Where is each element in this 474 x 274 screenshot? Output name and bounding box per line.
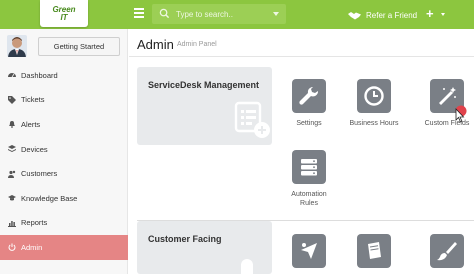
customer-portal-tile[interactable] (279, 234, 339, 268)
book-icon (357, 234, 391, 268)
section-panel-servicedesk: ServiceDesk Management (137, 67, 272, 145)
tile-label-line2: Rules (300, 200, 318, 207)
hamburger-menu-icon[interactable] (134, 8, 144, 20)
knowledge-book-tile[interactable] (344, 234, 404, 268)
sidebar-item-label: Alerts (21, 119, 41, 129)
server-icon (292, 150, 326, 184)
sidebar-item-label: Knowledge Base (21, 193, 78, 203)
sidebar-item-label: Admin (21, 242, 43, 252)
sidebar-item-dashboard[interactable]: Dashboard (0, 63, 128, 88)
power-icon (8, 243, 16, 252)
sidebar-item-label: Customers (21, 169, 58, 179)
section-panel-customer-facing: Customer Facing (137, 221, 272, 274)
sidebar-item-knowledge-base[interactable]: Knowledge Base (0, 186, 128, 211)
add-dropdown-caret-icon[interactable] (441, 13, 445, 16)
section-title: Customer Facing (148, 234, 222, 244)
search-box[interactable] (152, 4, 286, 24)
tile-label: Settings (296, 120, 322, 127)
sidebar-item-devices[interactable]: Devices (0, 137, 128, 162)
tile-label: Business Hours (349, 120, 399, 127)
avatar[interactable] (7, 35, 27, 57)
clock-icon (357, 79, 391, 113)
page-title: Admin (137, 37, 174, 52)
sidebar-item-customers[interactable]: Customers (0, 161, 128, 186)
bell-icon (9, 121, 15, 129)
graduation-cap-icon (8, 195, 16, 201)
sidebar-nav: Dashboard Tickets Alerts Devices Custome… (0, 63, 128, 260)
handshake-icon (348, 11, 361, 19)
sidebar: Getting Started Dashboard Tickets Alerts… (0, 29, 128, 274)
sidebar-item-admin[interactable]: Admin (0, 235, 128, 260)
users-icon (8, 170, 16, 178)
automation-rules-tile[interactable]: Automation Rules (279, 150, 339, 208)
bar-chart-icon (8, 220, 16, 227)
main-content: Admin Admin Panel ServiceDesk Management… (129, 29, 474, 274)
search-dropdown-caret-icon[interactable] (273, 12, 279, 16)
sidebar-item-label: Dashboard (21, 70, 58, 80)
tile-label: Automation Rules (279, 190, 339, 208)
form-list-icon (234, 101, 270, 138)
tag-icon (8, 95, 16, 104)
settings-tile[interactable]: Settings (279, 79, 339, 128)
sidebar-item-label: Devices (21, 144, 48, 154)
tile-label-line1: Automation (291, 191, 327, 198)
refer-a-friend-label: Refer a Friend (366, 10, 418, 20)
header-divider (129, 56, 474, 57)
sidebar-item-alerts[interactable]: Alerts (0, 112, 128, 137)
paint-brush-icon (430, 234, 464, 268)
mouse-cursor-icon (455, 105, 467, 123)
paper-plane-icon (292, 234, 326, 268)
app-logo[interactable]: Green IT (40, 0, 88, 27)
business-hours-tile[interactable]: Business Hours (344, 79, 404, 128)
layers-icon (8, 145, 16, 153)
search-input[interactable] (176, 7, 266, 21)
dashboard-icon (8, 73, 16, 78)
sidebar-item-label: Reports (21, 218, 48, 228)
sidebar-item-label: Tickets (21, 95, 45, 105)
branding-tile[interactable] (417, 234, 474, 268)
sidebar-item-tickets[interactable]: Tickets (0, 88, 128, 113)
refer-a-friend-link[interactable]: Refer a Friend (348, 8, 417, 22)
getting-started-button[interactable]: Getting Started (38, 37, 120, 56)
top-bar: Green IT Refer a Friend + (0, 0, 474, 29)
search-icon (159, 8, 170, 19)
wrench-icon (292, 79, 326, 113)
page-subtitle: Admin Panel (177, 41, 217, 48)
section-title: ServiceDesk Management (148, 80, 260, 90)
logo-text-line2: IT (60, 12, 68, 22)
sidebar-item-reports[interactable]: Reports (0, 211, 128, 236)
panel-decoration (241, 259, 253, 274)
